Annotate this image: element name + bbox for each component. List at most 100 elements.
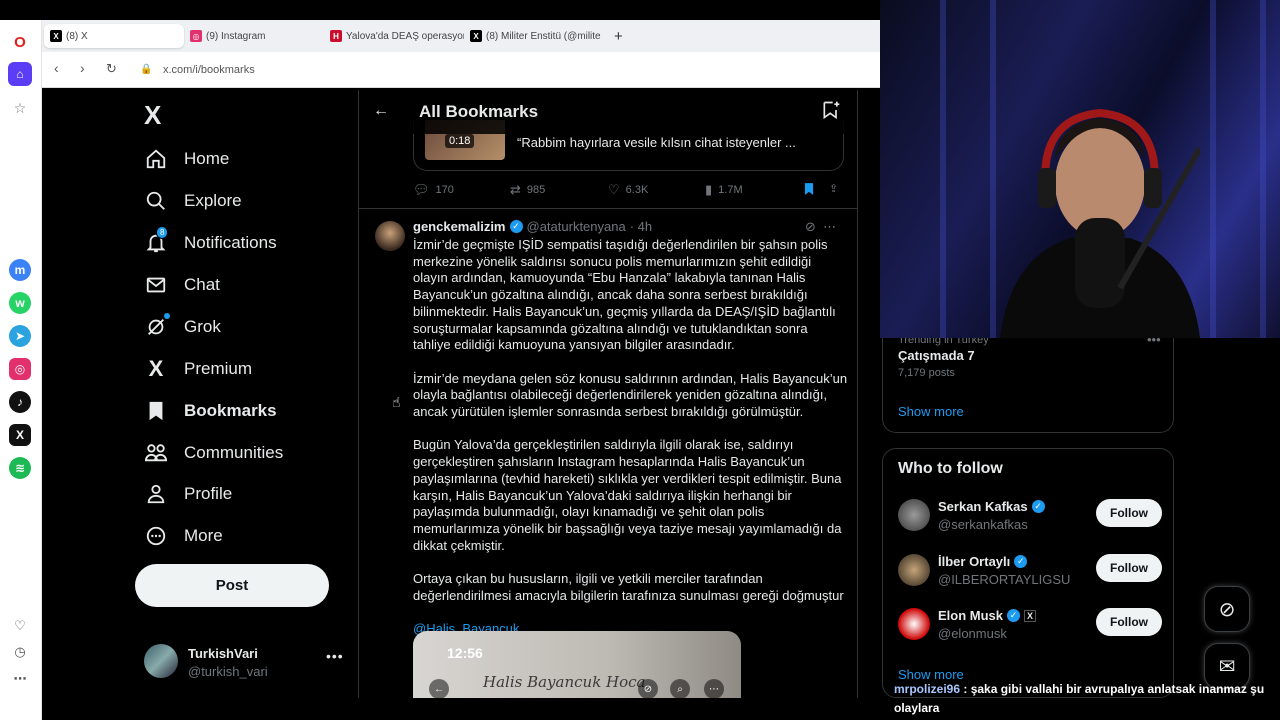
post-button[interactable]: Post [135,564,329,607]
follow-suggestion[interactable]: Serkan Kafkas ✓ @serkankafkas Follow [898,497,1168,537]
tab-x[interactable]: X (8) X [44,24,184,48]
follow-suggestion[interactable]: Elon Musk ✓ X @elonmusk Follow [898,606,1168,646]
verified-icon: ✓ [1014,555,1028,568]
nav-profile[interactable]: Profile [144,473,232,515]
url-input[interactable]: x.com/i/bookmarks [163,64,255,76]
communities-icon [144,441,168,465]
x-icon[interactable]: X [9,424,31,446]
reply-count: 170 [435,184,454,196]
whatsapp-icon[interactable]: w [9,292,31,314]
x-icon: X [470,30,482,42]
repost-button[interactable]: ⇄ 985 [510,182,545,198]
instagram-icon: ◎ [190,30,202,42]
nav-bookmarks[interactable]: Bookmarks [144,390,277,432]
messenger-icon[interactable]: m [9,259,31,281]
user-handle: @elonmusk [938,626,1007,641]
grok-icon[interactable]: ⊘ [1204,586,1250,632]
verified-icon: ✓ [1031,500,1045,513]
follow-suggestion[interactable]: İlber Ortaylı ✓ @ILBERORTAYLIGSU Follow [898,552,1168,592]
nav-notifications[interactable]: 8 Notifications [144,222,277,264]
nav-chat[interactable]: Chat [144,264,220,306]
follow-button[interactable]: Follow [1096,499,1162,527]
home-icon[interactable]: ⌂ [8,62,32,86]
telegram-icon[interactable]: ➤ [9,325,31,347]
nav-label: Explore [184,191,242,210]
tab-instagram[interactable]: ◎ (9) Instagram [184,24,324,48]
address-bar: ‹ › ↻ 🔒 x.com/i/bookmarks [42,52,880,88]
background-stripe [1210,0,1216,338]
user-name-text: İlber Ortaylı [938,554,1011,569]
tab-bar: X (8) X ◎ (9) Instagram H Yalova'da DEAŞ op… [42,20,880,52]
x-logo[interactable]: X [144,100,161,131]
nav-premium[interactable]: X Premium [144,348,252,390]
tiktok-icon[interactable]: ♪ [9,391,31,413]
back-icon: ← [429,679,449,698]
avatar[interactable] [898,554,930,586]
tweet-header: genckemalizim ✓ @ataturktenyana · 4h [413,219,652,234]
user-name-text: Serkan Kafkas [938,499,1028,514]
media-time: 12:56 [447,645,483,661]
tab-label: (9) Instagram [206,30,266,42]
repost-count: 985 [526,184,546,196]
heart-icon[interactable]: ♡ [9,615,31,637]
nav-label: Home [184,149,230,168]
forward-icon[interactable]: › [80,60,85,76]
user-handle: @serkankafkas [938,517,1028,532]
chat-user: mrpolizei96 [894,682,961,696]
star-icon[interactable]: ☆ [9,97,31,119]
history-icon[interactable]: ◷ [9,641,31,663]
nav-home[interactable]: Home [144,138,229,180]
mouse-cursor-icon: ☝ [392,394,401,410]
more-dots-icon: ⋯ [704,679,724,698]
views-button[interactable]: ▮ 1.7M [705,182,743,198]
reload-icon[interactable]: ↻ [106,61,117,77]
back-arrow-icon[interactable]: ← [373,102,389,120]
heart-icon: ♡ [608,182,620,197]
nav-label: Notifications [184,233,277,252]
nav-grok[interactable]: Grok [144,306,221,348]
more-dots-icon[interactable]: ⋯ [823,219,836,234]
tweet-time[interactable]: · 4h [630,219,652,234]
avatar[interactable] [375,221,405,251]
account-switcher[interactable]: TurkishVari @turkish_vari ••• [144,642,344,686]
avatar[interactable] [898,499,930,531]
tweet-author-handle[interactable]: @ataturktenyana [527,219,626,234]
tweet-author-name[interactable]: genckemalizim [413,219,506,234]
streamer-figure [1000,108,1200,338]
avatar[interactable] [898,608,930,640]
tab-news[interactable]: H Yalova'da DEAŞ operasyon [324,24,464,48]
page-title: All Bookmarks [419,102,539,121]
instagram-icon[interactable]: ◎ [9,358,31,380]
add-bookmark-folder-icon[interactable] [821,100,841,125]
nav-explore[interactable]: Explore [144,180,242,222]
show-more-link[interactable]: Show more [898,404,964,419]
bookmark-icon[interactable] [803,182,815,196]
account-name: TurkishVari [188,646,258,661]
back-icon[interactable]: ‹ [54,60,59,76]
nav-label: Bookmarks [184,401,277,420]
like-button[interactable]: ♡ 6.3K [608,182,648,198]
follow-button[interactable]: Follow [1096,554,1162,582]
avatar [144,644,178,678]
grok-icon[interactable]: ⊘ [805,219,816,234]
follow-button[interactable]: Follow [1096,608,1162,636]
background-stripe [990,0,996,338]
tweet[interactable]: genckemalizim ✓ @ataturktenyana · 4h ⊘ ⋯… [359,209,857,698]
share-icon[interactable]: ⇪ [829,182,838,195]
nav-label: More [184,526,223,545]
more-dots-icon[interactable]: ⋯ [9,668,31,690]
trend-title[interactable]: Çatışmada 7 [898,348,975,363]
tweet-media-image[interactable]: 12:56 Halis Bayancuk Hoca ← ⊘ ⌕ ⋯ [413,631,741,698]
nav-more[interactable]: More [144,515,223,557]
opera-logo-icon[interactable]: O [9,31,31,53]
x-icon: X [1024,609,1037,622]
spotify-icon[interactable]: ≋ [9,457,31,479]
new-tab-button[interactable]: + [610,24,630,48]
nav-communities[interactable]: Communities [144,432,283,474]
tab-militer[interactable]: X (8) Militer Enstitü (@milite [464,24,604,48]
profile-icon [144,482,168,506]
tab-label: Yalova'da DEAŞ operasyon [346,30,464,42]
more-dots-icon[interactable]: ••• [326,648,344,664]
reply-button[interactable]: 💬︎ 170 [413,182,454,198]
like-count: 6.3K [625,184,649,196]
